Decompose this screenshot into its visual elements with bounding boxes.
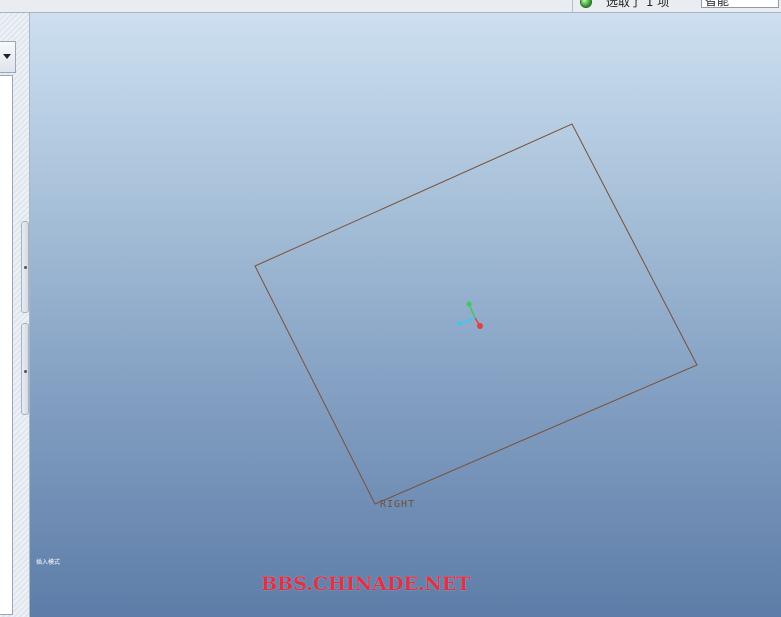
green-status-light-icon[interactable]	[580, 0, 592, 8]
viewport-canvas	[254, 123, 698, 505]
model-tree-dropdown-button[interactable]	[0, 41, 16, 73]
panel-resize-grip-lower[interactable]	[21, 323, 29, 415]
selection-count-text: 选取了 1 项	[606, 0, 670, 9]
graphics-viewport[interactable]: RIGHT 插入模式	[30, 13, 781, 617]
chevron-down-icon	[3, 54, 11, 59]
insert-mode-indicator: 插入模式	[36, 559, 61, 566]
selection-filter-dropdown[interactable]: 智能	[701, 0, 779, 8]
coordinate-triad-icon	[457, 301, 483, 329]
site-watermark: BBS.CHINADE.NET	[261, 573, 471, 595]
model-tree-panel	[0, 13, 30, 617]
datum-plane-label: RIGHT	[380, 499, 416, 510]
right-datum-plane[interactable]	[254, 123, 698, 505]
grip-dot-icon	[24, 266, 27, 269]
panel-resize-grip-upper[interactable]	[21, 221, 29, 313]
model-tree-area[interactable]	[0, 75, 13, 615]
status-separator	[572, 0, 573, 12]
cad-application-window: 选取了 1 项 智能 RIGHT 插入模式 BBS.CHINADE.NET	[0, 0, 781, 617]
status-bar: 选取了 1 项 智能	[0, 0, 781, 13]
grip-dot-icon	[24, 370, 27, 373]
